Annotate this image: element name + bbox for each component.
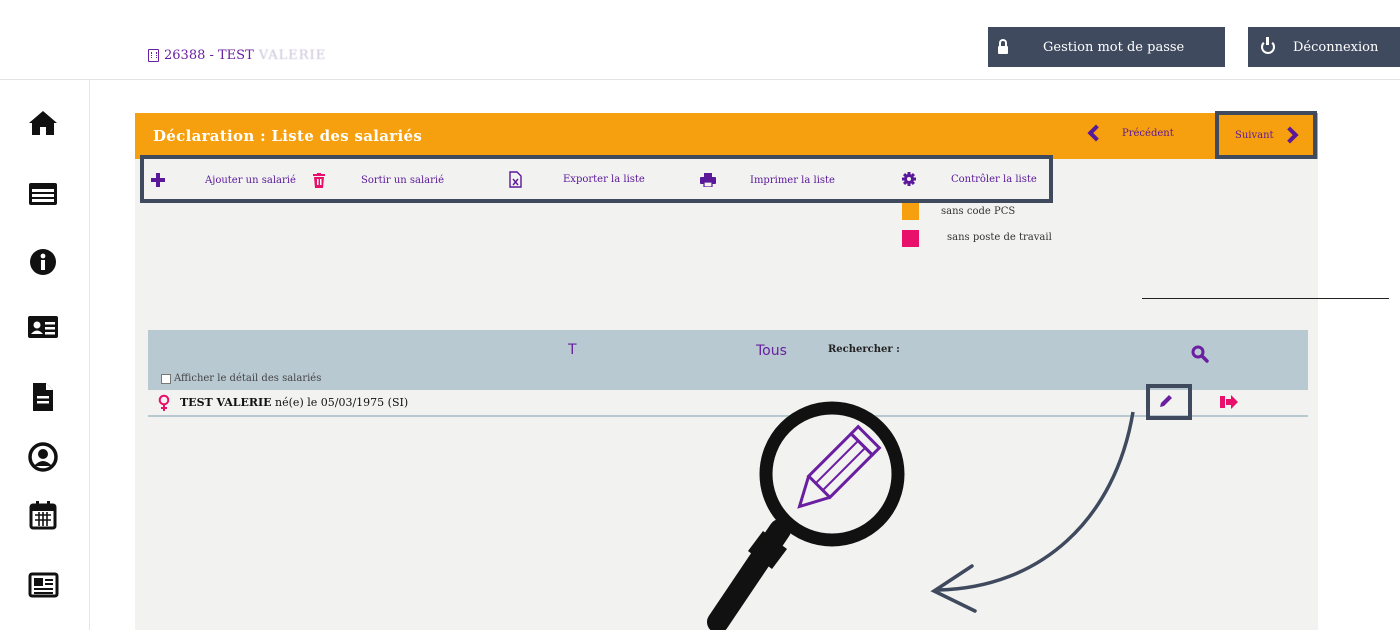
search-label: Rechercher :: [828, 344, 900, 355]
divider-line: [1142, 298, 1389, 299]
logout-button[interactable]: Déconnexion: [1248, 27, 1400, 67]
building-icon: [148, 49, 159, 62]
employee-birth-details: né(e) le 05/03/1975 (SI): [271, 396, 409, 409]
detail-checkbox-label: Afficher le détail des salariés: [174, 373, 322, 384]
add-employee-button[interactable]: Ajouter un salarié: [151, 173, 296, 187]
pencil-icon[interactable]: [1158, 393, 1174, 413]
calendar-icon[interactable]: [26, 498, 60, 532]
home-icon[interactable]: [26, 106, 60, 140]
company-name-masked: VALERIE: [258, 48, 327, 63]
user-circle-icon[interactable]: [26, 440, 60, 474]
filter-letter-t[interactable]: T: [568, 342, 577, 358]
print-list-button[interactable]: Imprimer la liste: [700, 173, 835, 187]
chevron-left-icon: [1087, 124, 1105, 142]
password-management-button[interactable]: Gestion mot de passe: [988, 27, 1225, 67]
employee-entry[interactable]: TEST VALERIE né(e) le 05/03/1975 (SI): [180, 396, 408, 409]
previous-button[interactable]: Précédent: [1087, 124, 1174, 142]
legend-swatch-workstation: [902, 230, 919, 247]
check-list-button[interactable]: Contrôler la liste: [902, 172, 1037, 186]
remove-employee-button[interactable]: Sortir un salarié: [312, 173, 444, 188]
newspaper-icon[interactable]: [26, 568, 60, 602]
next-highlight-box: [1215, 111, 1317, 159]
check-list-label: Contrôler la liste: [951, 173, 1037, 185]
exit-icon[interactable]: [1220, 394, 1238, 413]
trash-icon: [312, 173, 326, 188]
legend-swatch-pcs: [902, 203, 919, 220]
info-icon[interactable]: [26, 245, 60, 279]
export-list-label: Exporter la liste: [563, 174, 645, 185]
top-bar: 26388 - TEST VALERIE Gestion mot de pass…: [0, 0, 1400, 80]
employee-name: TEST VALERIE: [180, 396, 272, 409]
table-row: TEST VALERIE né(e) le 05/03/1975 (SI): [148, 390, 1308, 417]
list-icon[interactable]: [26, 177, 60, 211]
list-filter-header: T Tous Rechercher : Afficher le détail d…: [148, 330, 1308, 390]
export-list-button[interactable]: Exporter la liste: [509, 171, 645, 188]
id-card-icon[interactable]: [26, 310, 60, 344]
print-icon: [700, 173, 716, 187]
page-title: Déclaration : Liste des salariés: [153, 127, 423, 145]
power-icon: [1253, 37, 1283, 54]
legend-label-pcs: sans code PCS: [941, 206, 1016, 217]
logout-button-label: Déconnexion: [1293, 39, 1379, 55]
panel-header: Déclaration : Liste des salariés Précéde…: [135, 113, 1318, 159]
previous-label: Précédent: [1122, 127, 1174, 139]
company-label: 26388 - TEST VALERIE: [148, 48, 326, 63]
sidebar: [0, 80, 90, 630]
add-employee-label: Ajouter un salarié: [205, 174, 296, 186]
female-icon: [158, 394, 170, 416]
plus-icon: [151, 173, 165, 187]
remove-employee-label: Sortir un salarié: [361, 175, 445, 186]
lock-icon: [988, 38, 1018, 54]
print-list-label: Imprimer la liste: [750, 174, 835, 186]
excel-file-icon: [509, 171, 522, 188]
company-id: 26388 - TEST: [164, 48, 254, 63]
legend-label-workstation: sans poste de travail: [947, 232, 1052, 243]
filter-all[interactable]: Tous: [756, 343, 787, 359]
document-icon[interactable]: [26, 380, 60, 414]
password-button-label: Gestion mot de passe: [1043, 39, 1185, 55]
checkbox-box[interactable]: [161, 373, 171, 384]
app-root: 26388 - TEST VALERIE Gestion mot de pass…: [0, 0, 1400, 630]
detail-checkbox[interactable]: Afficher le détail des salariés: [161, 373, 321, 384]
search-icon[interactable]: [1191, 345, 1209, 367]
gear-icon: [902, 172, 916, 186]
